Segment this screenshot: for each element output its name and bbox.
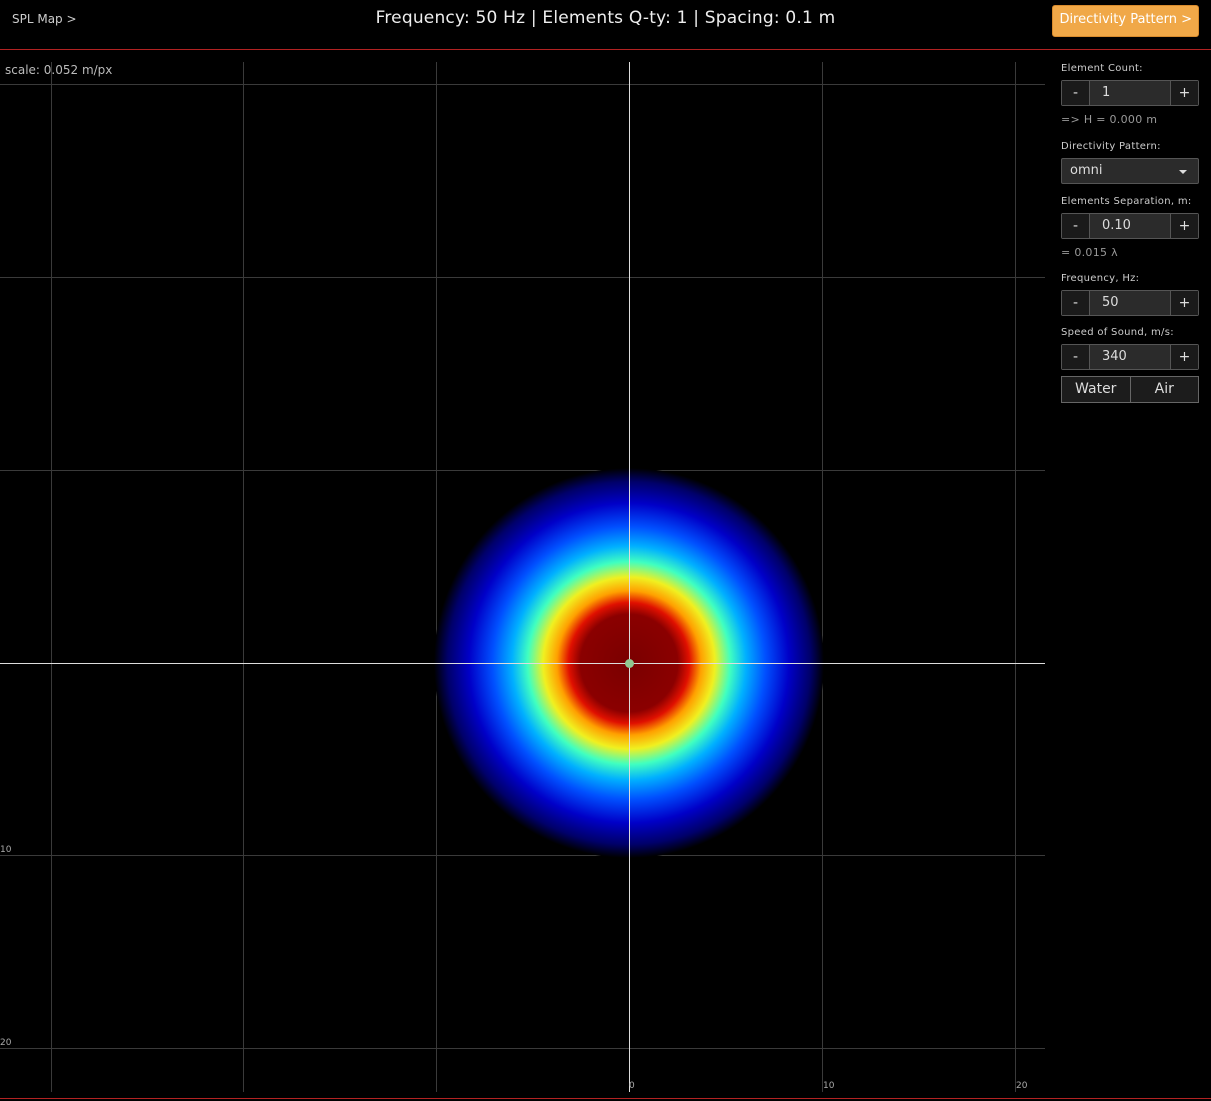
spl-map-canvas[interactable] <box>0 51 1211 1098</box>
app-window: SPL Map > Frequency: 50 Hz | Elements Q-… <box>0 0 1211 1101</box>
element-count-decrement-button[interactable]: - <box>1062 81 1089 105</box>
air-button[interactable]: Air <box>1130 376 1199 403</box>
speed-of-sound-stepper: - 340 + <box>1061 344 1199 370</box>
control-panel: Element Count: - 1 + => H = 0.000 m Dire… <box>1061 62 1199 403</box>
x-tick-label: 10 <box>823 1081 835 1091</box>
frequency-input[interactable]: 50 <box>1089 291 1171 315</box>
directivity-pattern-nav-button[interactable]: Directivity Pattern > <box>1052 5 1199 37</box>
water-button[interactable]: Water <box>1061 376 1131 403</box>
element-count-input[interactable]: 1 <box>1089 81 1171 105</box>
element-count-increment-button[interactable]: + <box>1171 81 1198 105</box>
directivity-pattern-value: omni <box>1070 163 1103 178</box>
directivity-pattern-label: Directivity Pattern: <box>1061 141 1161 152</box>
y-tick-label: 20 <box>0 1038 12 1048</box>
chevron-down-icon <box>1179 170 1187 174</box>
page-title: Frequency: 50 Hz | Elements Q-ty: 1 | Sp… <box>375 8 836 28</box>
x-tick-label: 20 <box>1016 1081 1028 1091</box>
frequency-increment-button[interactable]: + <box>1171 291 1198 315</box>
element-count-label: Element Count: <box>1061 63 1143 74</box>
sound-source-marker[interactable] <box>625 659 634 668</box>
separation-wavelength-readout: = 0.015 λ <box>1061 246 1118 259</box>
frequency-decrement-button[interactable]: - <box>1062 291 1089 315</box>
frequency-stepper: - 50 + <box>1061 290 1199 316</box>
x-tick-label: 0 <box>629 1081 635 1091</box>
spl-map-nav-link[interactable]: SPL Map > <box>12 12 77 26</box>
elements-separation-stepper: - 0.10 + <box>1061 213 1199 239</box>
separation-input[interactable]: 0.10 <box>1089 214 1171 238</box>
y-tick-label: 10 <box>0 845 12 855</box>
speed-input[interactable]: 340 <box>1089 345 1171 369</box>
speed-of-sound-label: Speed of Sound, m/s: <box>1061 327 1174 338</box>
speed-increment-button[interactable]: + <box>1171 345 1198 369</box>
elements-separation-label: Elements Separation, m: <box>1061 196 1192 207</box>
top-bar: SPL Map > Frequency: 50 Hz | Elements Q-… <box>0 0 1211 50</box>
separation-decrement-button[interactable]: - <box>1062 214 1089 238</box>
array-height-readout: => H = 0.000 m <box>1061 113 1158 126</box>
element-count-stepper: - 1 + <box>1061 80 1199 106</box>
directivity-pattern-select[interactable]: omni <box>1061 158 1199 184</box>
separation-increment-button[interactable]: + <box>1171 214 1198 238</box>
speed-decrement-button[interactable]: - <box>1062 345 1089 369</box>
bottom-divider <box>0 1098 1211 1099</box>
medium-buttons: Water Air <box>1061 376 1199 403</box>
scale-label: scale: 0.052 m/px <box>5 63 113 77</box>
frequency-label: Frequency, Hz: <box>1061 273 1140 284</box>
